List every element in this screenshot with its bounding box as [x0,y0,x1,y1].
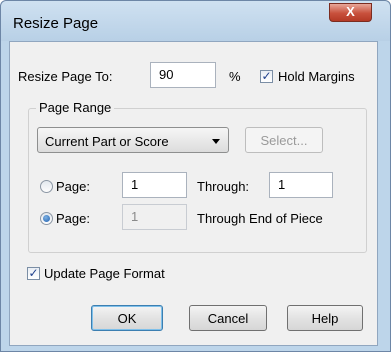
title-bar[interactable]: Resize Page X [1,1,390,41]
page-range-title: Page Range [36,100,115,115]
cancel-button[interactable]: Cancel [189,305,267,331]
close-icon: X [346,4,355,19]
select-pages-button[interactable]: Select... [245,127,323,153]
ok-button[interactable]: OK [91,305,163,331]
page-from-field[interactable]: 1 [122,172,187,198]
help-button[interactable]: Help [287,305,363,331]
hold-margins-label[interactable]: Hold Margins [278,69,355,84]
page-range-radio[interactable] [40,180,53,193]
page-radio-label[interactable]: Page: [56,179,90,194]
resize-percent-field[interactable]: 90 [150,62,216,88]
dialog-title: Resize Page [13,15,99,32]
resize-page-dialog: Resize Page X Resize Page To: 90 % ✓ Hol… [0,0,391,352]
page-start-field[interactable]: 1 [122,204,187,230]
resize-page-to-label: Resize Page To: [18,69,113,84]
through-label: Through: [197,179,250,194]
update-page-format-label[interactable]: Update Page Format [44,266,165,281]
chevron-down-icon [212,139,220,144]
page-through-field[interactable]: 1 [269,172,333,198]
page-to-end-radio-label[interactable]: Page: [56,211,90,226]
update-page-format-checkbox[interactable]: ✓ [27,267,40,280]
page-range-selected-value: Current Part or Score [45,134,169,149]
through-end-label: Through End of Piece [197,211,323,226]
hold-margins-checkbox[interactable]: ✓ [260,70,273,83]
page-to-end-radio[interactable] [40,212,53,225]
close-button[interactable]: X [329,3,372,22]
percent-unit-label: % [229,69,241,84]
page-range-dropdown[interactable]: Current Part or Score [37,127,229,153]
dialog-content: Resize Page To: 90 % ✓ Hold Margins Page… [9,41,378,346]
